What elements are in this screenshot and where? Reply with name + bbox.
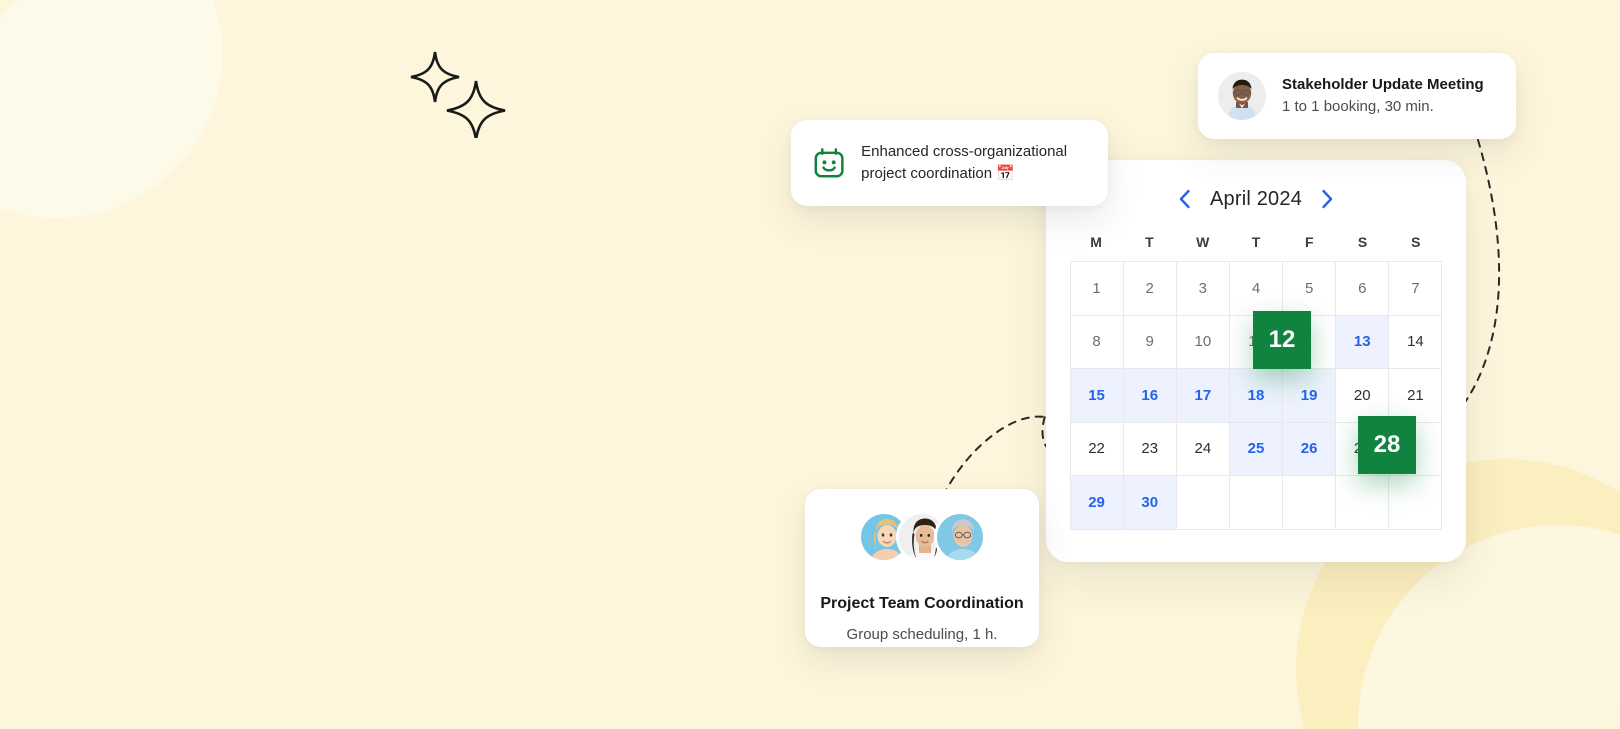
calendar-day-3[interactable]: 3 <box>1176 262 1230 316</box>
calendar-smile-icon <box>814 148 844 178</box>
calendar-day-10[interactable]: 10 <box>1176 315 1230 369</box>
selected-day-12[interactable]: 12 <box>1253 311 1311 369</box>
calendar-day-14[interactable]: 14 <box>1389 315 1443 369</box>
calendar-day-18[interactable]: 18 <box>1229 369 1284 423</box>
weekday-label-3: T <box>1251 234 1261 250</box>
calendar-day-1[interactable]: 1 <box>1070 262 1124 316</box>
calendar-day-7[interactable]: 7 <box>1389 262 1443 316</box>
calendar-day-empty <box>1176 476 1230 530</box>
calendar-day-13[interactable]: 13 <box>1336 315 1390 369</box>
enhanced-card-message: Enhanced cross-organizational project co… <box>861 142 1068 183</box>
calendar-day-4[interactable]: 4 <box>1229 262 1284 316</box>
calendar-day-15[interactable]: 15 <box>1070 369 1124 423</box>
enhanced-coordination-card[interactable]: Enhanced cross-organizational project co… <box>791 120 1108 206</box>
calendar-day-21[interactable]: 21 <box>1389 369 1443 423</box>
weekday-label-6: S <box>1411 234 1421 250</box>
chevron-right-icon <box>1321 189 1332 209</box>
sparkles-icon <box>410 51 506 138</box>
decorative-blob-top-left <box>0 0 222 218</box>
weekday-label-2: W <box>1196 234 1210 250</box>
next-month-button[interactable] <box>1316 188 1338 210</box>
team-card-title: Project Team Coordination <box>820 595 1024 612</box>
stakeholder-card-title: Stakeholder Update Meeting <box>1282 76 1484 94</box>
calendar-day-19[interactable]: 19 <box>1283 369 1337 423</box>
calendar-day-25[interactable]: 25 <box>1229 422 1284 476</box>
calendar-day-23[interactable]: 23 <box>1123 422 1177 476</box>
calendar-day-empty <box>1336 476 1390 530</box>
calendar-day-29[interactable]: 29 <box>1070 476 1124 530</box>
selected-day-28[interactable]: 28 <box>1358 416 1416 474</box>
calendar-day-grid: 1234567891011131415161718192021222324252… <box>1069 261 1443 530</box>
calendar-day-6[interactable]: 6 <box>1336 262 1390 316</box>
calendar-day-20[interactable]: 20 <box>1336 369 1390 423</box>
calendar-day-2[interactable]: 2 <box>1123 262 1177 316</box>
calendar-day-empty <box>1283 476 1337 530</box>
team-avatar-stack <box>858 511 986 563</box>
calendar-day-26[interactable]: 26 <box>1283 422 1337 476</box>
stakeholder-card-text: Stakeholder Update Meeting 1 to 1 bookin… <box>1282 75 1484 116</box>
calendar-weekday-header: MTWTFSS <box>1070 234 1443 261</box>
person-photo <box>1218 72 1266 120</box>
stakeholder-meeting-card[interactable]: Stakeholder Update Meeting 1 to 1 bookin… <box>1198 53 1516 139</box>
calendar-header: April 2024 <box>1046 160 1466 222</box>
weekday-label-4: F <box>1305 234 1314 250</box>
project-team-card[interactable]: Project Team Coordination Group scheduli… <box>805 489 1039 647</box>
weekday-label-0: M <box>1090 234 1102 250</box>
stakeholder-card-subtitle: 1 to 1 booking, 30 min. <box>1282 97 1434 115</box>
person-photo <box>937 514 983 560</box>
avatar-stakeholder <box>1218 72 1266 120</box>
calendar-day-5[interactable]: 5 <box>1283 262 1337 316</box>
calendar-day-empty <box>1229 476 1284 530</box>
avatar-member-3 <box>934 511 986 563</box>
calendar-day-8[interactable]: 8 <box>1070 315 1124 369</box>
prev-month-button[interactable] <box>1174 188 1196 210</box>
calendar-day-30[interactable]: 30 <box>1123 476 1177 530</box>
calendar-day-17[interactable]: 17 <box>1176 369 1230 423</box>
calendar-day-16[interactable]: 16 <box>1123 369 1177 423</box>
calendar-month-title: April 2024 <box>1209 187 1303 210</box>
calendar-day-24[interactable]: 24 <box>1176 422 1230 476</box>
team-card-subtitle: Group scheduling, 1 h. <box>846 625 998 643</box>
calendar-day-9[interactable]: 9 <box>1123 315 1177 369</box>
calendar-day-22[interactable]: 22 <box>1070 422 1124 476</box>
weekday-label-1: T <box>1145 234 1154 250</box>
weekday-label-5: S <box>1357 234 1368 250</box>
calendar-day-empty <box>1389 476 1443 530</box>
chevron-left-icon <box>1180 189 1191 209</box>
